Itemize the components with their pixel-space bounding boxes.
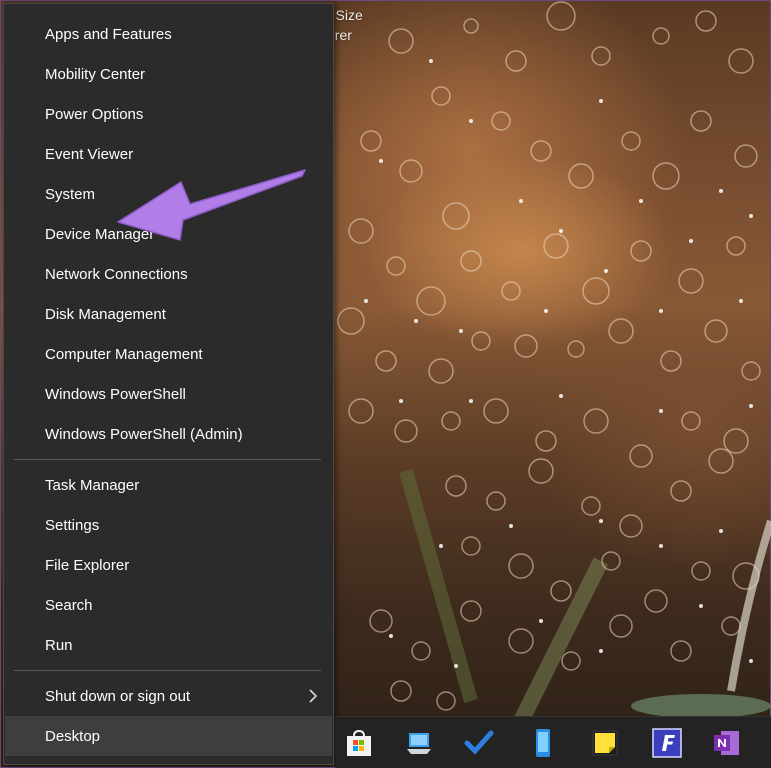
menu-item-network-connections[interactable]: Network Connections (5, 254, 332, 294)
menu-item-search[interactable]: Search (5, 585, 332, 625)
taskbar (335, 716, 771, 768)
microsoft-store-icon[interactable] (341, 725, 377, 761)
chevron-right-icon (309, 689, 318, 703)
menu-item-label: Shut down or sign out (45, 687, 191, 705)
menu-item-windows-powershell-admin[interactable]: Windows PowerShell (Admin) (5, 414, 332, 454)
menu-item-device-manager[interactable]: Device Manager (5, 214, 332, 254)
menu-item-system[interactable]: System (5, 174, 332, 214)
menu-separator (14, 670, 321, 671)
menu-item-run[interactable]: Run (5, 625, 332, 665)
menu-item-event-viewer[interactable]: Event Viewer (5, 134, 332, 174)
menu-item-power-options[interactable]: Power Options (5, 94, 332, 134)
menu-item-task-manager[interactable]: Task Manager (5, 465, 332, 505)
onenote-icon[interactable] (709, 725, 745, 761)
menu-item-settings[interactable]: Settings (5, 505, 332, 545)
menu-item-disk-management[interactable]: Disk Management (5, 294, 332, 334)
app-f-icon[interactable] (649, 725, 685, 761)
menu-item-shut-down-or-sign-out[interactable]: Shut down or sign out (5, 676, 332, 716)
this-pc-icon[interactable] (401, 725, 437, 761)
menu-separator (14, 459, 321, 460)
menu-item-windows-powershell[interactable]: Windows PowerShell (5, 374, 332, 414)
phone-icon[interactable] (525, 725, 561, 761)
menu-item-apps-and-features[interactable]: Apps and Features (5, 14, 332, 54)
menu-item-mobility-center[interactable]: Mobility Center (5, 54, 332, 94)
menu-item-computer-management[interactable]: Computer Management (5, 334, 332, 374)
todo-check-icon[interactable] (461, 725, 497, 761)
power-user-menu: Apps and Features Mobility Center Power … (3, 3, 334, 765)
menu-item-file-explorer[interactable]: File Explorer (5, 545, 332, 585)
sticky-notes-icon[interactable] (587, 725, 623, 761)
menu-item-desktop[interactable]: Desktop (5, 716, 332, 756)
